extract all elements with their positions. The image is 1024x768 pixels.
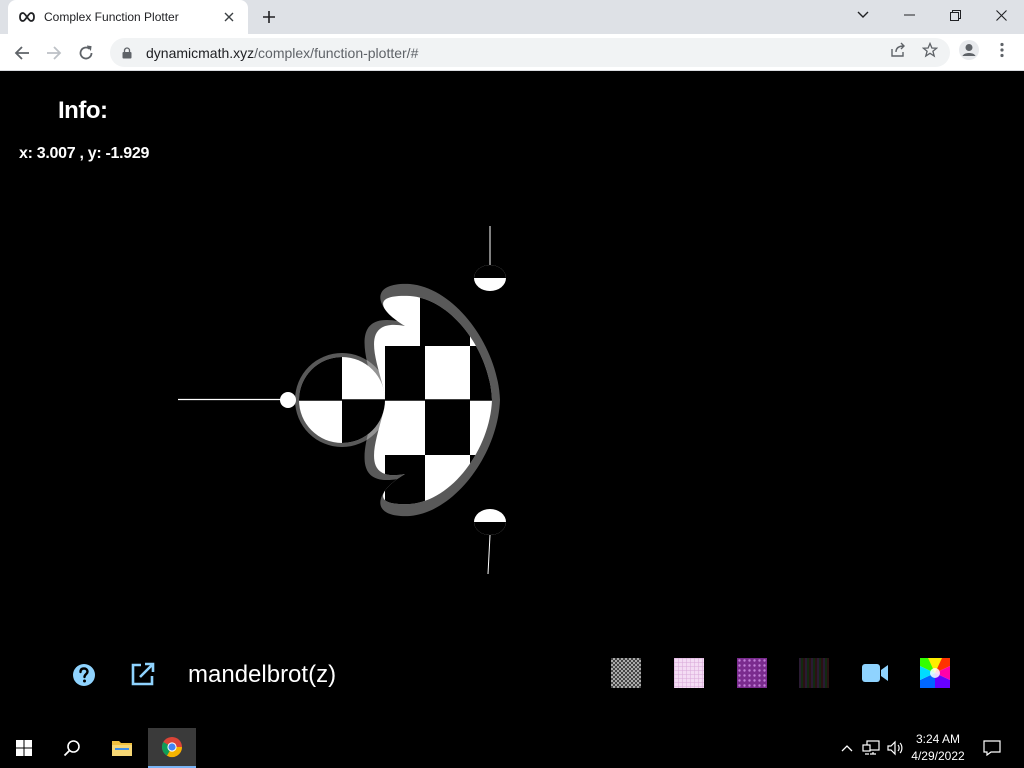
back-button[interactable] (8, 39, 36, 67)
cursor-coordinates: x: 3.007 , y: -1.929 (19, 145, 150, 162)
minimize-button[interactable] (886, 0, 932, 30)
close-tab-icon[interactable] (220, 8, 238, 26)
url-text: dynamicmath.xyz/complex/function-plotter… (146, 44, 419, 61)
new-tab-button[interactable] (258, 6, 280, 28)
video-camera-icon[interactable] (861, 661, 889, 685)
address-bar[interactable]: dynamicmath.xyz/complex/function-plotter… (110, 38, 950, 67)
texture-purple-pattern-button[interactable] (737, 658, 767, 688)
browser-toolbar: dynamicmath.xyz/complex/function-plotter… (0, 34, 1024, 71)
bottom-toolbar: mandelbrot(z) (0, 658, 1024, 703)
bookmark-star-icon[interactable] (917, 37, 943, 63)
close-window-button[interactable] (978, 0, 1024, 30)
infinity-icon (18, 8, 36, 26)
mandelbrot-plot (178, 226, 506, 575)
function-expression[interactable]: mandelbrot(z) (188, 661, 336, 689)
texture-gray-checker-button[interactable] (611, 658, 641, 688)
browser-tab[interactable]: Complex Function Plotter (8, 0, 248, 34)
clock-date: 4/29/2022 (911, 749, 965, 763)
file-explorer-icon[interactable] (98, 728, 146, 768)
profile-avatar-icon[interactable] (956, 37, 982, 63)
browser-tabbar: Complex Function Plotter (0, 0, 1024, 34)
taskbar-clock[interactable]: 3:24 AM 4/29/2022 (906, 731, 970, 765)
texture-pink-grid-button[interactable] (674, 658, 704, 688)
notifications-icon[interactable] (982, 738, 1002, 758)
search-icon[interactable] (48, 728, 96, 768)
windows-taskbar: 3:24 AM 4/29/2022 (0, 728, 1024, 768)
texture-dark-rgb-button[interactable] (799, 658, 829, 688)
volume-icon[interactable] (885, 738, 905, 758)
tray-chevron-icon[interactable] (837, 738, 857, 758)
browser-menu-icon[interactable] (989, 37, 1015, 63)
help-icon[interactable] (72, 663, 96, 687)
open-external-icon[interactable] (130, 661, 156, 687)
color-wheel-icon[interactable] (920, 658, 950, 688)
lock-icon (122, 46, 136, 60)
reload-button[interactable] (72, 39, 100, 67)
tab-search-icon[interactable] (840, 0, 886, 30)
info-title: Info: (58, 97, 108, 124)
start-button[interactable] (0, 728, 48, 768)
tab-title: Complex Function Plotter (44, 10, 179, 24)
network-icon[interactable] (861, 738, 881, 758)
clock-time: 3:24 AM (915, 732, 961, 746)
restore-button[interactable] (932, 0, 978, 30)
chrome-taskbar-icon[interactable] (148, 728, 196, 768)
plotter-canvas[interactable]: Info: x: 3.007 , y: -1.929 mandelbrot(z) (0, 71, 1024, 728)
forward-button[interactable] (40, 39, 68, 67)
share-icon[interactable] (885, 37, 911, 63)
